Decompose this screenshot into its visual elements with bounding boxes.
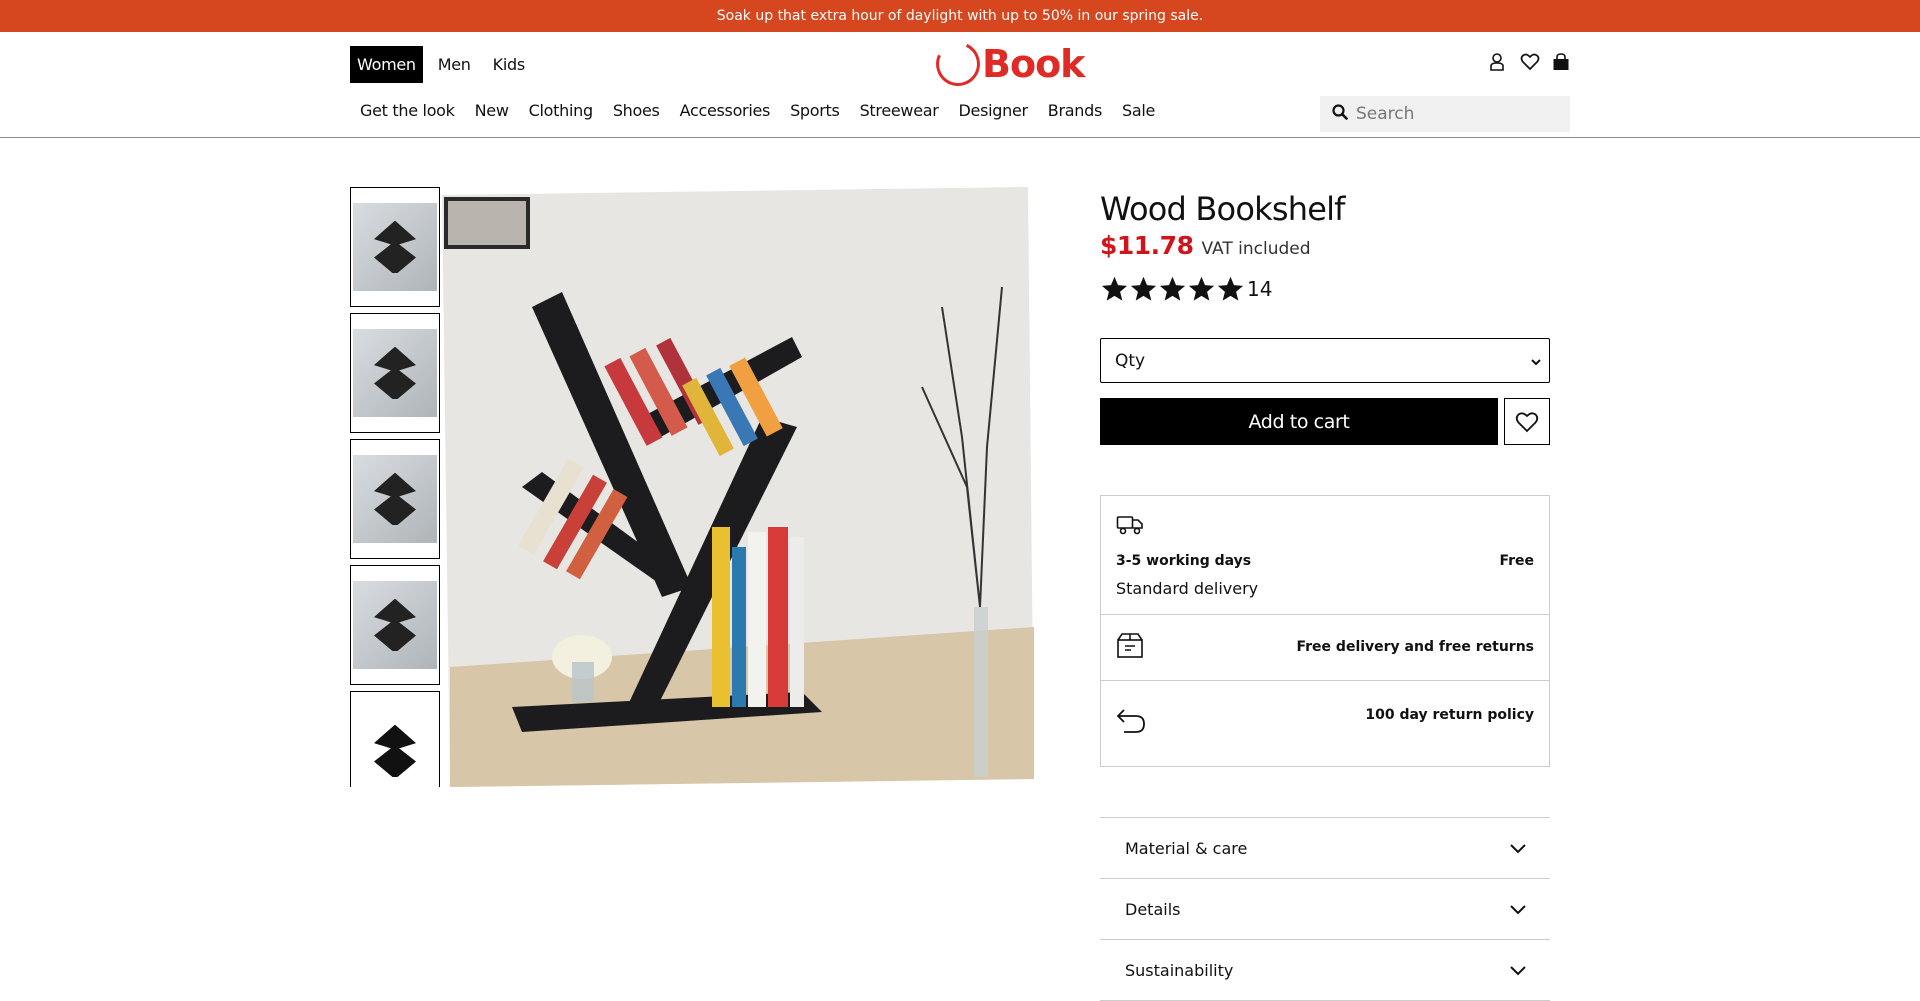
- thumbnail-image: [353, 203, 437, 291]
- search-input[interactable]: [1356, 104, 1556, 124]
- bag-icon[interactable]: [1552, 52, 1570, 72]
- thumbnail-image: [353, 581, 437, 669]
- star-icon: [1217, 276, 1244, 301]
- thumbnail-2[interactable]: [350, 313, 440, 433]
- qty-select-value: Qty: [1115, 350, 1146, 371]
- chevron-down-icon: [1510, 961, 1526, 980]
- thumbnail-3[interactable]: [350, 439, 440, 559]
- star-icon: [1101, 276, 1128, 301]
- package-icon: [1116, 632, 1144, 664]
- product-info: Wood Bookshelf $11.78 VAT included 14 Qt…: [1100, 187, 1550, 1001]
- thumbnail-5[interactable]: [350, 691, 440, 787]
- vat-label: VAT included: [1201, 239, 1311, 259]
- thumbnail-image: [353, 329, 437, 417]
- accordion-details[interactable]: Details: [1100, 879, 1550, 940]
- return-arrow-icon: [1116, 706, 1146, 738]
- nav-accessories[interactable]: Accessories: [670, 96, 780, 138]
- nav-designer[interactable]: Designer: [949, 96, 1038, 138]
- nav-sale[interactable]: Sale: [1112, 96, 1165, 138]
- heart-icon: [1515, 411, 1539, 432]
- qty-select[interactable]: Qty: [1100, 338, 1550, 383]
- nav-brands[interactable]: Brands: [1038, 96, 1112, 138]
- accordion-material-care[interactable]: Material & care: [1100, 818, 1550, 879]
- search-box: [1320, 96, 1570, 132]
- thumbnail-1[interactable]: [350, 187, 440, 307]
- chevron-down-icon: [1531, 351, 1541, 371]
- accordion-label: Material & care: [1125, 838, 1248, 858]
- product-accordion: Material & care Details Sustainability: [1100, 817, 1550, 1001]
- free-returns-text: Free delivery and free returns: [1296, 639, 1534, 655]
- nav-get-the-look[interactable]: Get the look: [350, 96, 465, 138]
- heart-icon[interactable]: [1520, 52, 1540, 72]
- search-icon: [1332, 104, 1348, 124]
- thumbnail-list: [350, 187, 440, 787]
- delivery-days: 3-5 working days: [1116, 553, 1252, 569]
- tab-women[interactable]: Women: [350, 46, 423, 83]
- star-icon: [1188, 276, 1215, 301]
- tab-kids[interactable]: Kids: [486, 46, 532, 83]
- cart-row: Add to cart: [1100, 398, 1550, 445]
- product-title: Wood Bookshelf: [1100, 190, 1345, 228]
- site-logo[interactable]: Book: [929, 35, 1085, 93]
- gender-tabs: Women Men Kids: [350, 46, 532, 83]
- user-icon[interactable]: [1488, 52, 1506, 72]
- nav-sports[interactable]: Sports: [780, 96, 850, 138]
- product-price: $11.78: [1100, 231, 1194, 260]
- top-bar: Women Men Kids Book: [0, 32, 1920, 96]
- rating[interactable]: 14: [1100, 274, 1550, 304]
- truck-icon: [1116, 514, 1144, 540]
- chevron-down-icon: [1510, 900, 1526, 919]
- nav-new[interactable]: New: [465, 96, 519, 138]
- nav-streetwear[interactable]: Streewear: [850, 96, 949, 138]
- thumbnail-image: [353, 707, 437, 787]
- tab-men[interactable]: Men: [431, 46, 478, 83]
- price-row: $11.78 VAT included: [1100, 231, 1550, 260]
- chevron-down-icon: [1510, 839, 1526, 858]
- main-product-image[interactable]: [442, 187, 1038, 787]
- delivery-cost: Free: [1499, 553, 1534, 569]
- accordion-sustainability[interactable]: Sustainability: [1100, 940, 1550, 1001]
- nav-clothing[interactable]: Clothing: [519, 96, 603, 138]
- thumbnail-image: [353, 455, 437, 543]
- accordion-label: Details: [1125, 899, 1181, 919]
- header-icons: [1488, 52, 1570, 72]
- category-nav-row: Get the look New Clothing Shoes Accessor…: [0, 96, 1920, 138]
- standard-delivery-row: 3-5 working days Standard delivery Free: [1101, 496, 1549, 615]
- add-to-cart-button[interactable]: Add to cart: [1100, 398, 1498, 445]
- star-icon: [1130, 276, 1157, 301]
- wishlist-button[interactable]: [1504, 398, 1550, 445]
- thumbnail-4[interactable]: [350, 565, 440, 685]
- free-returns-row: Free delivery and free returns: [1101, 615, 1549, 681]
- logo-ring-icon: [929, 35, 987, 93]
- nav-shoes[interactable]: Shoes: [603, 96, 670, 138]
- star-icon: [1159, 276, 1186, 301]
- promo-text: Soak up that extra hour of daylight with…: [716, 8, 1204, 24]
- delivery-type: Standard delivery: [1116, 579, 1259, 598]
- delivery-info: 3-5 working days Standard delivery Free …: [1100, 495, 1550, 767]
- accordion-label: Sustainability: [1125, 960, 1234, 980]
- logo-text: Book: [982, 42, 1085, 86]
- category-nav: Get the look New Clothing Shoes Accessor…: [350, 96, 1165, 138]
- return-policy-text: 100 day return policy: [1365, 707, 1534, 723]
- rating-count: 14: [1247, 277, 1273, 301]
- promo-banner: Soak up that extra hour of daylight with…: [0, 0, 1920, 32]
- return-policy-row: 100 day return policy: [1101, 681, 1549, 766]
